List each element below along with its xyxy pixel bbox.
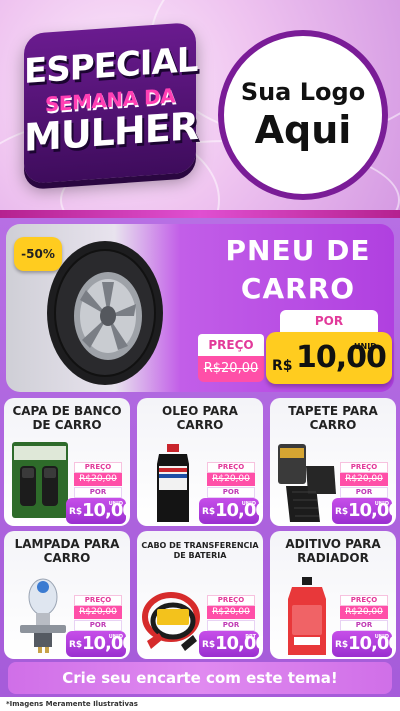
- product-title: CAPA DE BANCO DE CARRO: [4, 404, 130, 432]
- product-card-cabo-bateria: CABO DE TRANSFERENCIA DE BATERIA PREÇO R…: [137, 531, 263, 659]
- product-old-price: R$20,00: [74, 473, 122, 486]
- product-currency: R$: [335, 507, 349, 517]
- product-title-line2: CARRO: [309, 418, 357, 432]
- product-por-label: POR: [207, 487, 255, 498]
- product-title-line1: LAMPADA PARA: [14, 537, 120, 551]
- product-unit: PRT: [245, 634, 256, 640]
- featured-unit: UNID: [354, 342, 377, 351]
- product-title-line2: CARRO: [43, 551, 91, 565]
- product-title-line1: CABO DE TRANSFERENCIA: [141, 541, 259, 550]
- product-title: OLEO PARA CARRO: [137, 404, 263, 432]
- featured-preco-label: PREÇO: [198, 334, 264, 356]
- cta-banner[interactable]: Crie seu encarte com este tema!: [8, 662, 392, 694]
- logo-text-line1: Sua Logo: [240, 78, 366, 106]
- featured-title: PNEU DE CARRO: [208, 232, 388, 308]
- product-preco-label: PREÇO: [207, 462, 255, 473]
- floor-mat-image: [278, 444, 336, 522]
- featured-title-line2: CARRO: [240, 272, 356, 305]
- product-price-box: R$ 10,00 UNID: [66, 631, 130, 657]
- product-title-line1: OLEO PARA: [162, 404, 238, 418]
- product-card-oleo: OLEO PARA CARRO PREÇO R$20,00 POR R$ 10,…: [137, 398, 263, 526]
- product-unit: UNID: [374, 501, 389, 507]
- product-currency: R$: [202, 640, 216, 650]
- seat-cover-image: [12, 442, 68, 518]
- featured-currency: R$: [272, 358, 293, 374]
- product-title: CABO DE TRANSFERENCIA DE BATERIA: [137, 541, 263, 561]
- product-por-label: POR: [340, 620, 388, 631]
- product-currency: R$: [69, 507, 83, 517]
- product-title-line2: DE CARRO: [32, 418, 102, 432]
- product-title-line1: ADITIVO PARA: [285, 537, 381, 551]
- product-preco-label: PREÇO: [74, 462, 122, 473]
- campaign-badge-text: ESPECIAL SEMANA DA MULHER: [24, 40, 198, 160]
- product-title-line2: RADIADOR: [297, 551, 369, 565]
- product-title-line2: CARRO: [176, 418, 224, 432]
- product-currency: R$: [202, 507, 216, 517]
- product-title-line1: TAPETE PARA: [288, 404, 378, 418]
- featured-title-line1: PNEU DE: [225, 234, 371, 267]
- product-card-capa-banco: CAPA DE BANCO DE CARRO PREÇO R$20,00 POR…: [4, 398, 130, 526]
- product-preco-label: PREÇO: [340, 462, 388, 473]
- product-unit: UNID: [108, 501, 123, 507]
- product-por-label: POR: [74, 620, 122, 631]
- product-old-price: R$20,00: [74, 606, 122, 619]
- jumper-cable-image: [142, 592, 200, 651]
- product-card-lampada: LAMPADA PARA CARRO PREÇO R$20,00 POR R$ …: [4, 531, 130, 659]
- product-currency: R$: [69, 640, 83, 650]
- product-card-aditivo: ADITIVO PARA RADIADOR PREÇO R$20,00 POR …: [270, 531, 396, 659]
- product-preco-label: PREÇO: [74, 595, 122, 606]
- product-por-label: POR: [340, 487, 388, 498]
- product-unit: UNID: [241, 501, 256, 507]
- product-title: ADITIVO PARA RADIADOR: [270, 537, 396, 565]
- product-old-price: R$20,00: [340, 606, 388, 619]
- radiator-additive-image: [288, 577, 326, 655]
- discount-tag: -50%: [14, 237, 62, 271]
- product-old-price: R$20,00: [207, 473, 255, 486]
- product-price-box: R$ 10,00 UNID: [199, 498, 263, 524]
- product-title: TAPETE PARA CARRO: [270, 404, 396, 432]
- product-old-price: R$20,00: [207, 606, 255, 619]
- product-por-label: POR: [207, 620, 255, 631]
- logo-placeholder: Sua Logo Aqui: [218, 30, 388, 200]
- product-preco-label: PREÇO: [207, 595, 255, 606]
- featured-por-label: POR: [280, 310, 378, 332]
- product-por-label: POR: [74, 487, 122, 498]
- product-title-line2: DE BATERIA: [173, 551, 227, 560]
- logo-text-line2: Aqui: [254, 108, 352, 152]
- product-title: LAMPADA PARA CARRO: [4, 537, 130, 565]
- headlight-bulb-image: [20, 578, 66, 653]
- product-price-box: R$ 10,00 UNID: [66, 498, 130, 524]
- product-unit: UNID: [108, 634, 123, 640]
- product-currency: R$: [335, 640, 349, 650]
- product-preco-label: PREÇO: [340, 595, 388, 606]
- product-unit: UNID: [374, 634, 389, 640]
- disclaimer-text: *Imagens Meramente Ilustrativas: [0, 697, 400, 711]
- product-price-box: R$ 10,00 PRT: [199, 631, 263, 657]
- featured-old-price: R$20,00: [198, 356, 264, 382]
- product-title-line1: CAPA DE BANCO: [12, 404, 122, 418]
- product-old-price: R$20,00: [340, 473, 388, 486]
- oil-bottle-image: [157, 444, 189, 522]
- product-card-tapete: TAPETE PARA CARRO PREÇO R$20,00 POR R$ 1…: [270, 398, 396, 526]
- product-price-box: R$ 10,00 UNID: [332, 498, 396, 524]
- product-price-box: R$ 10,00 UNID: [332, 631, 396, 657]
